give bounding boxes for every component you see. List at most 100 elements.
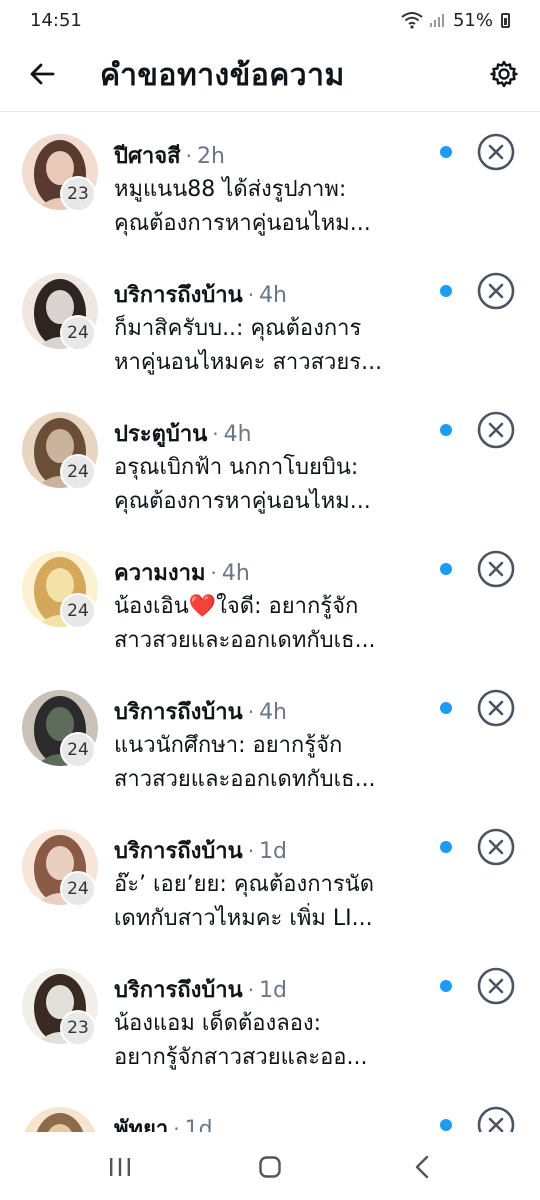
- preview-line-2: เดทกับสาวไหมคะ เพิ่ม LI...: [114, 906, 373, 931]
- sender-name: บริการถึงบ้าน: [114, 283, 243, 308]
- settings-button[interactable]: [486, 56, 522, 92]
- sender-name: พัทยา: [114, 1117, 169, 1132]
- preview-line-1: อรุณเบิกฟ้า นกกาโบยบิน:: [114, 455, 359, 480]
- home-icon: [259, 1156, 281, 1178]
- message-request-item[interactable]: 24 บริการถึงบ้าน · 4h ก็มาสิครับบ..: คุณต้อง…: [0, 263, 540, 402]
- unread-indicator: [440, 980, 452, 992]
- dismiss-request-button[interactable]: [476, 549, 516, 589]
- message-time: 2h: [196, 144, 225, 169]
- unread-indicator: [440, 841, 452, 853]
- back-button[interactable]: [24, 56, 60, 92]
- x-circle-icon: [477, 689, 515, 727]
- status-icons: [401, 11, 445, 29]
- message-request-item[interactable]: 23 ปีศาจสี · 2h หมูแนน88 ได้ส่งรูปภาพ: คุณต้อ…: [0, 124, 540, 263]
- dismiss-request-button[interactable]: [476, 271, 516, 311]
- preview-line-1: ก็มาสิครับบ..: คุณต้องการ: [114, 316, 362, 341]
- sender-name: บริการถึงบ้าน: [114, 839, 243, 864]
- unread-indicator: [440, 702, 452, 714]
- x-circle-icon: [477, 411, 515, 449]
- unread-indicator: [440, 424, 452, 436]
- preview-line-1: แนวนักศึกษา: อยากรู้จัก: [114, 733, 343, 758]
- dismiss-request-button[interactable]: [476, 132, 516, 172]
- sender-name: ความงาม: [114, 561, 206, 586]
- sender-row: บริการถึงบ้าน · 1d: [114, 833, 287, 868]
- x-circle-icon: [477, 828, 515, 866]
- home-button[interactable]: [250, 1152, 290, 1182]
- arrow-left-icon: [30, 63, 55, 85]
- status-bar: 14:51 51%: [0, 0, 540, 40]
- avatar-count-badge: 23: [60, 1010, 96, 1046]
- battery-icon: [501, 12, 510, 28]
- unread-indicator: [440, 146, 452, 158]
- x-circle-icon: [477, 133, 515, 171]
- separator-dot: ·: [185, 144, 192, 168]
- message-time: 4h: [259, 700, 288, 725]
- wifi-icon: [401, 12, 423, 29]
- recents-button[interactable]: [100, 1152, 140, 1182]
- system-nav-bar: [0, 1132, 540, 1200]
- gear-icon: [490, 60, 518, 88]
- unread-indicator: [440, 563, 452, 575]
- preview-line-2: สาวสวยและออกเดทกับเธ...: [114, 628, 376, 653]
- recents-icon: [110, 1158, 130, 1176]
- status-time: 14:51: [30, 9, 82, 31]
- x-circle-icon: [477, 272, 515, 310]
- message-time: 1d: [259, 978, 288, 1003]
- top-app-bar: คำขอทางข้อความ: [0, 40, 540, 112]
- sender-row: บริการถึงบ้าน · 1d: [114, 972, 287, 1007]
- message-request-list: 23 ปีศาจสี · 2h หมูแนน88 ได้ส่งรูปภาพ: คุณต้อ…: [0, 112, 540, 1132]
- message-request-item[interactable]: 24 ความงาม · 4h น้องเอิน❤️ใจดี: อยากรู้จักสา…: [0, 541, 540, 680]
- x-circle-icon: [477, 967, 515, 1005]
- message-request-item[interactable]: พัทยา · 1d: [0, 1097, 540, 1132]
- separator-dot: ·: [247, 839, 255, 863]
- preview-line-2: คุณต้องการหาคู่นอนไหม...: [114, 489, 371, 514]
- message-request-item[interactable]: 24 บริการถึงบ้าน · 4h แนวนักศึกษา: อยากรู้จั…: [0, 680, 540, 819]
- nav-back-button[interactable]: [402, 1152, 442, 1182]
- page-title: คำขอทางข้อความ: [100, 58, 345, 93]
- avatar-count-badge: 23: [60, 176, 96, 212]
- sender-name: บริการถึงบ้าน: [114, 978, 243, 1003]
- sender-name: บริการถึงบ้าน: [114, 700, 243, 725]
- sender-row: ประตูบ้าน · 4h: [114, 416, 252, 451]
- back-chevron-icon: [415, 1155, 429, 1179]
- dismiss-request-button[interactable]: [476, 1105, 516, 1132]
- avatar-count-badge: 24: [60, 593, 96, 629]
- x-circle-icon: [477, 1106, 515, 1132]
- message-time: 4h: [221, 561, 250, 586]
- sender-row: ปีศาจสี · 2h: [114, 138, 225, 173]
- x-circle-icon: [477, 550, 515, 588]
- avatar-count-badge: 24: [60, 871, 96, 907]
- message-time: 1d: [259, 839, 288, 864]
- status-right: 51%: [401, 10, 510, 31]
- dismiss-request-button[interactable]: [476, 410, 516, 450]
- sender-row: บริการถึงบ้าน · 4h: [114, 694, 287, 729]
- message-time: 4h: [259, 283, 288, 308]
- sender-row: บริการถึงบ้าน · 4h: [114, 277, 287, 312]
- battery-percent: 51%: [452, 9, 493, 31]
- preview-line-1: น้องแอม เด็ดต้องลอง:: [114, 1011, 322, 1036]
- avatar-count-badge: 24: [60, 732, 96, 768]
- preview-line-1: หมูแนน88 ได้ส่งรูปภาพ:: [114, 177, 347, 202]
- message-time: 4h: [223, 422, 252, 447]
- preview-line-2: อยากรู้จักสาวสวยและออ...: [114, 1045, 368, 1070]
- separator-dot: ·: [247, 283, 255, 307]
- dismiss-request-button[interactable]: [476, 688, 516, 728]
- message-request-item[interactable]: 24 บริการถึงบ้าน · 1d อ๊ะ’ เอย’ยย: คุณต้องกา…: [0, 819, 540, 958]
- separator-dot: ·: [247, 700, 255, 724]
- signal-icon: [429, 14, 444, 27]
- sender-name: ปีศาจสี: [114, 144, 181, 169]
- sender-row: ความงาม · 4h: [114, 555, 250, 590]
- preview-line-1: อ๊ะ’ เอย’ยย: คุณต้องการนัด: [114, 872, 375, 897]
- dismiss-request-button[interactable]: [476, 827, 516, 867]
- avatar[interactable]: [22, 1107, 98, 1132]
- message-request-item[interactable]: 23 บริการถึงบ้าน · 1d น้องแอม เด็ดต้องลอง: อย…: [0, 958, 540, 1097]
- preview-line-1: น้องเอิน❤️ใจดี: อยากรู้จัก: [114, 594, 359, 619]
- unread-indicator: [440, 285, 452, 297]
- message-request-item[interactable]: 24 ประตูบ้าน · 4h อรุณเบิกฟ้า นกกาโบยบิน: คุณ…: [0, 402, 540, 541]
- avatar-count-badge: 24: [60, 454, 96, 490]
- unread-indicator: [440, 1119, 452, 1131]
- separator-dot: ·: [212, 422, 219, 446]
- dismiss-request-button[interactable]: [476, 966, 516, 1006]
- sender-row: พัทยา · 1d: [114, 1111, 213, 1132]
- preview-line-2: สาวสวยและออกเดทกับเธ...: [114, 767, 376, 792]
